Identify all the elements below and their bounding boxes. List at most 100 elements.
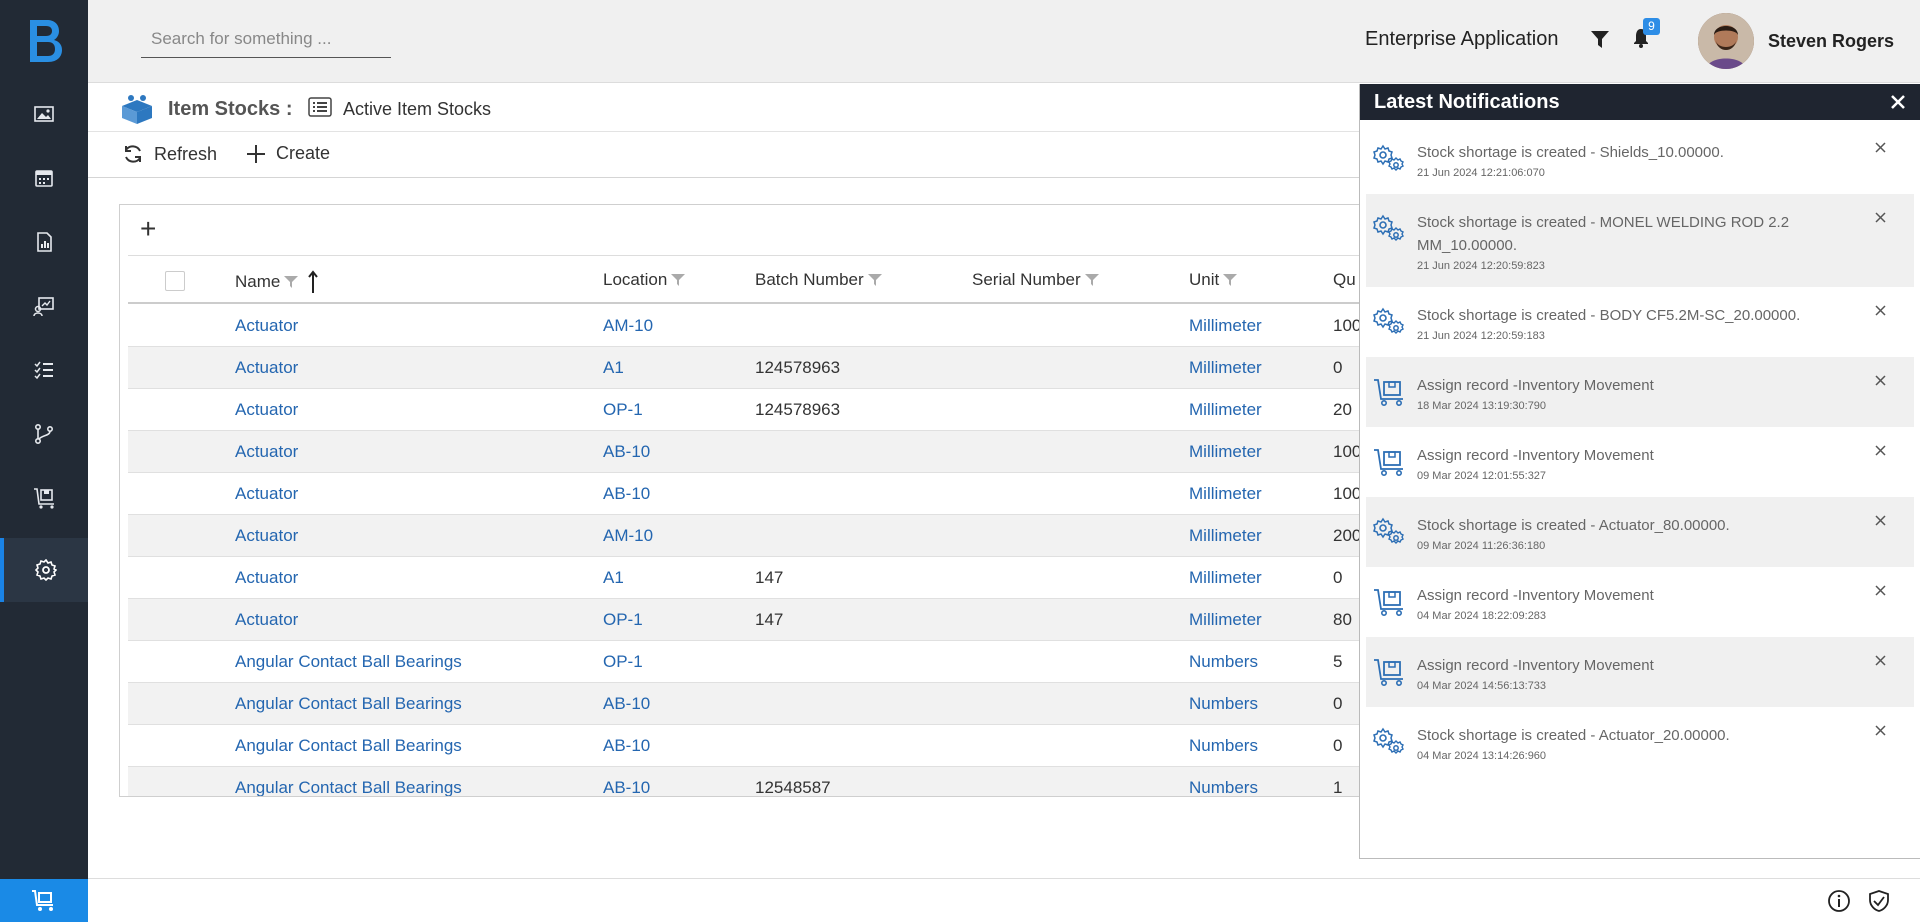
col-header-quantity[interactable]: Qu	[1333, 270, 1356, 290]
refresh-button[interactable]: Refresh	[122, 143, 217, 165]
notification-item[interactable]: Assign record -Inventory Movement 18 Mar …	[1366, 357, 1914, 427]
table-row[interactable]: Actuator A1 124578963 Millimeter 0	[128, 347, 1418, 389]
column-filter-icon[interactable]	[867, 273, 882, 287]
cell-name[interactable]: Actuator	[235, 442, 298, 462]
close-panel-icon[interactable]	[1890, 94, 1906, 110]
close-icon[interactable]	[1875, 445, 1886, 456]
sidebar-item-checklist[interactable]	[0, 338, 88, 402]
table-row[interactable]: Actuator AM-10 Millimeter 100	[128, 305, 1418, 347]
cell-location[interactable]: OP-1	[603, 652, 643, 672]
table-row[interactable]: Actuator AB-10 Millimeter 100	[128, 431, 1418, 473]
close-icon[interactable]	[1875, 142, 1886, 153]
user-avatar[interactable]	[1698, 13, 1754, 69]
cell-name[interactable]: Actuator	[235, 568, 298, 588]
table-row[interactable]: Actuator OP-1 147 Millimeter 80	[128, 599, 1418, 641]
shield-check-icon[interactable]	[1867, 889, 1891, 913]
table-row[interactable]: Actuator AM-10 Millimeter 200	[128, 515, 1418, 557]
table-row[interactable]: Actuator OP-1 124578963 Millimeter 20	[128, 389, 1418, 431]
col-header-batch-number[interactable]: Batch Number	[755, 270, 882, 290]
cell-unit[interactable]: Numbers	[1189, 778, 1258, 796]
sidebar-cart-button[interactable]	[0, 879, 88, 922]
grid-add-row-button[interactable]: +	[140, 213, 156, 245]
notification-item[interactable]: Stock shortage is created - Actuator_20.…	[1366, 707, 1914, 777]
column-filter-icon[interactable]	[671, 273, 686, 287]
close-icon[interactable]	[1875, 725, 1886, 736]
table-row[interactable]: Angular Contact Ball Bearings AB-10 125485…	[128, 767, 1418, 796]
cell-name[interactable]: Actuator	[235, 400, 298, 420]
cell-unit[interactable]: Millimeter	[1189, 526, 1262, 546]
cell-location[interactable]: AB-10	[603, 484, 650, 504]
cell-name[interactable]: Angular Contact Ball Bearings	[235, 652, 462, 672]
table-row[interactable]: Actuator AB-10 Millimeter 100	[128, 473, 1418, 515]
cell-location[interactable]: OP-1	[603, 610, 643, 630]
search-input[interactable]	[141, 20, 391, 57]
cell-location[interactable]: AM-10	[603, 316, 653, 336]
col-header-serial-number[interactable]: Serial Number	[972, 270, 1099, 290]
sidebar-item-workflow[interactable]	[0, 402, 88, 466]
cell-unit[interactable]: Numbers	[1189, 736, 1258, 756]
brand-logo-icon[interactable]	[24, 16, 64, 66]
cell-name[interactable]: Actuator	[235, 484, 298, 504]
close-icon[interactable]	[1875, 655, 1886, 666]
close-icon[interactable]	[1875, 585, 1886, 596]
cell-name[interactable]: Actuator	[235, 358, 298, 378]
info-icon[interactable]	[1827, 889, 1851, 913]
cell-name[interactable]: Angular Contact Ball Bearings	[235, 736, 462, 756]
cell-unit[interactable]: Numbers	[1189, 652, 1258, 672]
cell-unit[interactable]: Numbers	[1189, 694, 1258, 714]
notification-item[interactable]: Stock shortage is created - MONEL WELDIN…	[1366, 194, 1914, 287]
cell-name[interactable]: Angular Contact Ball Bearings	[235, 694, 462, 714]
close-icon[interactable]	[1875, 515, 1886, 526]
cell-location[interactable]: AM-10	[603, 526, 653, 546]
cell-unit[interactable]: Millimeter	[1189, 400, 1262, 420]
cell-location[interactable]: AB-10	[603, 694, 650, 714]
cell-location[interactable]: A1	[603, 568, 624, 588]
close-icon[interactable]	[1875, 212, 1886, 223]
col-header-unit[interactable]: Unit	[1189, 270, 1238, 290]
close-icon[interactable]	[1875, 375, 1886, 386]
app-title[interactable]: Enterprise Application	[1365, 28, 1558, 51]
notification-item[interactable]: Stock shortage is created - Actuator_80.…	[1366, 497, 1914, 567]
cell-unit[interactable]: Millimeter	[1189, 442, 1262, 462]
table-row[interactable]: Angular Contact Ball Bearings OP-1 Numbers…	[128, 641, 1418, 683]
cell-unit[interactable]: Millimeter	[1189, 316, 1262, 336]
user-name[interactable]: Steven Rogers	[1768, 31, 1894, 52]
column-filter-icon[interactable]	[1223, 273, 1238, 287]
close-icon[interactable]	[1875, 305, 1886, 316]
sidebar-item-calendar[interactable]	[0, 146, 88, 210]
sidebar-item-report[interactable]	[0, 210, 88, 274]
sidebar-item-settings[interactable]	[0, 538, 88, 602]
sidebar-item-dashboard[interactable]	[0, 274, 88, 338]
col-header-location[interactable]: Location	[603, 270, 686, 290]
cell-name[interactable]: Actuator	[235, 316, 298, 336]
cell-location[interactable]: AB-10	[603, 736, 650, 756]
cell-unit[interactable]: Millimeter	[1189, 484, 1262, 504]
cell-location[interactable]: AB-10	[603, 442, 650, 462]
cell-unit[interactable]: Millimeter	[1189, 358, 1262, 378]
cell-unit[interactable]: Millimeter	[1189, 610, 1262, 630]
cell-location[interactable]: A1	[603, 358, 624, 378]
create-button[interactable]: Create	[246, 143, 330, 164]
sidebar-item-inventory[interactable]	[0, 466, 88, 530]
sort-ascending-icon[interactable]	[308, 270, 319, 294]
column-filter-icon[interactable]	[1084, 273, 1099, 287]
column-filter-icon[interactable]	[284, 275, 299, 289]
table-row[interactable]: Actuator A1 147 Millimeter 0	[128, 557, 1418, 599]
cell-unit[interactable]: Millimeter	[1189, 568, 1262, 588]
cell-name[interactable]: Actuator	[235, 526, 298, 546]
notification-item[interactable]: Stock shortage is created - Shields_10.0…	[1366, 124, 1914, 194]
notification-item[interactable]: Assign record -Inventory Movement 04 Mar …	[1366, 567, 1914, 637]
notification-item[interactable]: Assign record -Inventory Movement 09 Mar …	[1366, 427, 1914, 497]
cell-location[interactable]: AB-10	[603, 778, 650, 796]
table-row[interactable]: Angular Contact Ball Bearings AB-10 Number…	[128, 725, 1418, 767]
notification-item[interactable]: Assign record -Inventory Movement 04 Mar …	[1366, 637, 1914, 707]
cell-location[interactable]: OP-1	[603, 400, 643, 420]
filter-icon[interactable]	[1591, 31, 1609, 49]
view-selector[interactable]: Active Item Stocks	[343, 99, 491, 120]
notification-item[interactable]: Stock shortage is created - BODY CF5.2M-…	[1366, 287, 1914, 357]
cell-name[interactable]: Angular Contact Ball Bearings	[235, 778, 462, 796]
select-all-checkbox[interactable]	[165, 271, 185, 291]
table-row[interactable]: Angular Contact Ball Bearings AB-10 Number…	[128, 683, 1418, 725]
col-header-name[interactable]: Name	[235, 270, 319, 294]
cell-name[interactable]: Actuator	[235, 610, 298, 630]
